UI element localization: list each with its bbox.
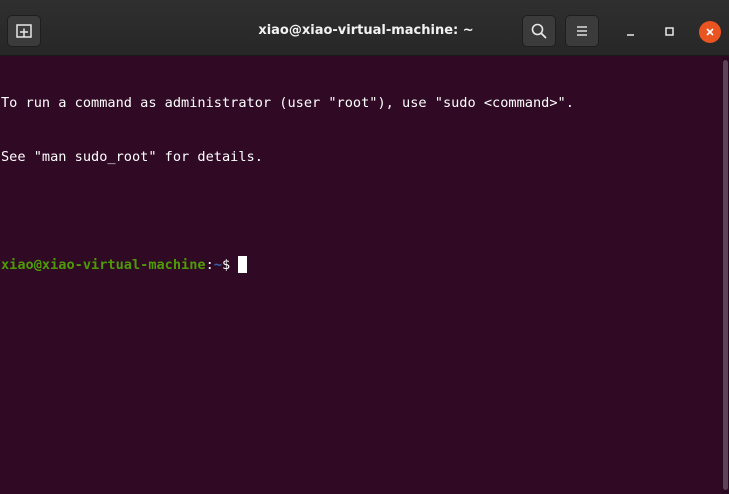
- window-title: xiao@xiao-virtual-machine: ~: [258, 23, 474, 38]
- terminal-window: xiao@xiao-virtual-machine: ~ To run a co…: [0, 0, 729, 494]
- title-bar[interactable]: xiao@xiao-virtual-machine: ~: [0, 0, 729, 56]
- terminal-line: To run a command as administrator (user …: [1, 95, 574, 111]
- new-tab-button[interactable]: [7, 15, 41, 47]
- minimize-button[interactable]: [620, 21, 642, 43]
- prompt-user-host: xiao@xiao-virtual-machine: [1, 257, 206, 273]
- menu-button[interactable]: [565, 15, 599, 47]
- hamburger-menu-icon: [577, 26, 587, 36]
- text-cursor: [238, 256, 248, 273]
- search-icon: [531, 23, 547, 39]
- prompt-path: ~: [213, 257, 222, 273]
- prompt-separator: :: [205, 257, 214, 273]
- prompt-line: xiao@xiao-virtual-machine:~$: [1, 256, 722, 274]
- search-button[interactable]: [522, 15, 556, 47]
- terminal-line: See "man sudo_root" for details.: [1, 149, 263, 165]
- maximize-icon: [665, 27, 674, 36]
- close-icon: [706, 28, 714, 36]
- minimize-icon: [627, 34, 634, 36]
- new-tab-icon: [16, 24, 32, 38]
- terminal-output[interactable]: To run a command as administrator (user …: [0, 57, 722, 494]
- close-button[interactable]: [699, 21, 721, 43]
- scrollbar-thumb[interactable]: [723, 60, 728, 490]
- prompt-symbol: $: [221, 257, 239, 273]
- maximize-button[interactable]: [659, 21, 681, 43]
